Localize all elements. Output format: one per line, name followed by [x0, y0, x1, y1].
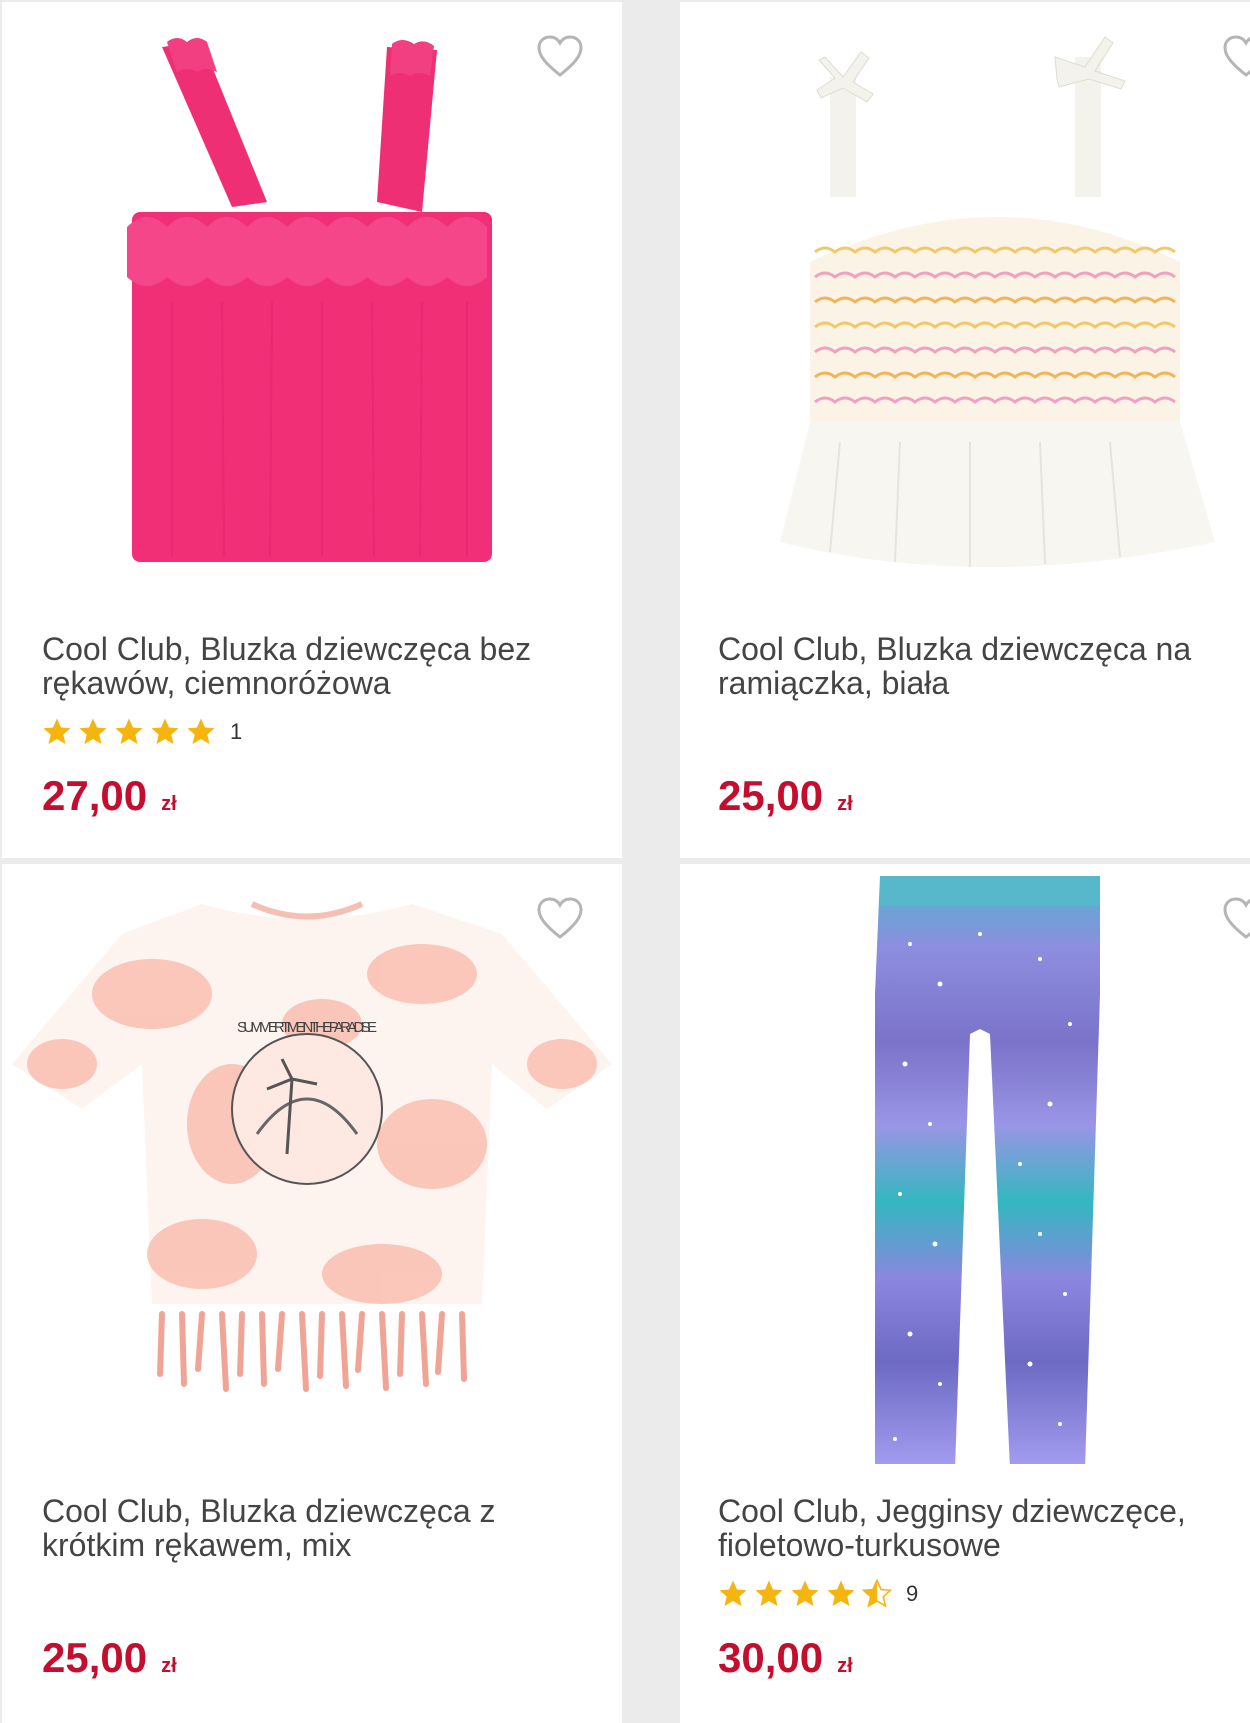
price-currency: zł	[837, 1655, 853, 1677]
product-title[interactable]: Cool Club, Bluzka dziewczęca z krótkim r…	[42, 1494, 602, 1562]
product-price: 25,00 zł	[42, 1634, 177, 1682]
price-amount: 27,00	[42, 772, 148, 819]
rating-count: 1	[230, 719, 243, 744]
product-image[interactable]	[680, 864, 1250, 1464]
shirt-print-text: SUMMER TIME IN THE PARADISE	[237, 1019, 377, 1036]
product-title[interactable]: Cool Club, Bluzka dziewczęca na ramiączk…	[718, 632, 1238, 700]
tie-dye-tshirt-image: SUMMER TIME IN THE PARADISE	[12, 901, 612, 1392]
star-icon	[114, 717, 144, 747]
star-icon	[186, 717, 216, 747]
price-amount: 25,00	[42, 1634, 148, 1681]
star-icon	[790, 1579, 820, 1609]
product-card[interactable]: SUMMER TIME IN THE PARADISE Cool Club, B…	[2, 864, 622, 1723]
price-currency: zł	[161, 793, 177, 815]
galaxy-leggings-image	[875, 876, 1100, 1464]
price-currency: zł	[161, 1655, 177, 1677]
favorite-heart-icon[interactable]	[536, 34, 584, 78]
star-icon	[78, 717, 108, 747]
star-half-icon	[862, 1579, 892, 1609]
price-currency: zł	[837, 793, 853, 815]
star-icon	[754, 1579, 784, 1609]
favorite-heart-icon[interactable]	[536, 896, 584, 940]
product-rating: 9	[718, 1578, 918, 1610]
product-image[interactable]: SUMMER TIME IN THE PARADISE	[2, 864, 622, 1464]
star-icon	[826, 1579, 856, 1609]
white-smocked-top-image	[780, 36, 1215, 567]
price-amount: 30,00	[718, 1634, 824, 1681]
product-card[interactable]: Cool Club, Bluzka dziewczęca bez rękawów…	[2, 2, 622, 858]
favorite-heart-icon[interactable]	[1222, 34, 1250, 78]
product-image[interactable]	[680, 2, 1250, 602]
star-icon	[42, 717, 72, 747]
product-price: 25,00 zł	[718, 772, 853, 820]
product-title[interactable]: Cool Club, Bluzka dziewczęca bez rękawów…	[42, 632, 602, 700]
product-title[interactable]: Cool Club, Jegginsy dziewczęce, fioletow…	[718, 1494, 1238, 1562]
product-rating: 1	[42, 716, 242, 748]
rating-count: 9	[906, 1581, 919, 1606]
star-icon	[150, 717, 180, 747]
product-card[interactable]: Cool Club, Bluzka dziewczęca na ramiączk…	[680, 2, 1250, 858]
favorite-heart-icon[interactable]	[1222, 896, 1250, 940]
product-card[interactable]: Cool Club, Jegginsy dziewczęce, fioletow…	[680, 864, 1250, 1723]
product-price: 27,00 zł	[42, 772, 177, 820]
pink-ruffle-top-image	[127, 38, 492, 562]
product-price: 30,00 zł	[718, 1634, 853, 1682]
price-amount: 25,00	[718, 772, 824, 819]
star-icon	[718, 1579, 748, 1609]
product-image[interactable]	[2, 2, 622, 602]
